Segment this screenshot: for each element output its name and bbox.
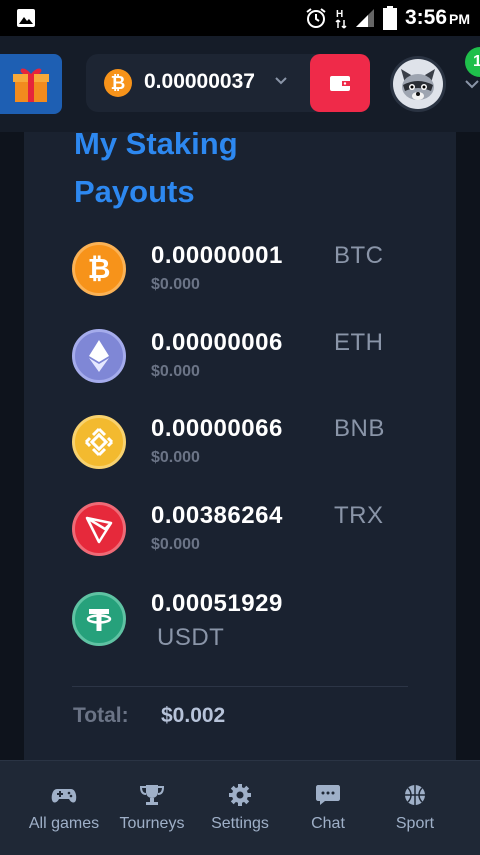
nav-tourneys[interactable]: Tourneys (104, 783, 200, 833)
status-time: 3:56 PM (404, 6, 470, 29)
status-bar: H 3:56 PM (0, 0, 480, 36)
nav-label: Chat (311, 815, 345, 832)
alarm-icon (306, 8, 326, 28)
side-gutter-left (0, 132, 24, 760)
gift-button[interactable] (0, 54, 62, 114)
side-gutter-right (456, 132, 480, 760)
payout-symbol: ETH (334, 329, 384, 356)
payout-symbol: BNB (334, 415, 385, 442)
svg-text:H: H (336, 9, 343, 20)
payout-symbol: USDT (157, 624, 225, 651)
payout-amount: 0.00000001 (151, 242, 283, 269)
wallet-icon (330, 76, 350, 91)
payout-amount: 0.00000066 (151, 415, 283, 442)
payout-row-btc: ₿ 0.00000001 BTC $0.000 (72, 242, 432, 302)
payout-symbol: TRX (334, 502, 384, 529)
image-icon (17, 9, 35, 27)
tether-icon (72, 592, 126, 646)
bottom-nav: All games Tourneys Settings Chat Sport (0, 760, 480, 855)
payout-row-bnb: 0.00000066 BNB $0.000 (72, 415, 432, 475)
battery-icon (382, 6, 397, 30)
payout-amount: 0.00051929 (151, 590, 283, 617)
bitcoin-icon: ₿ (104, 69, 132, 97)
divider (72, 686, 408, 687)
bnb-icon (72, 415, 126, 469)
payout-row-eth: 0.00000006 ETH $0.000 (72, 329, 432, 389)
signal-icon (355, 9, 374, 27)
bitcoin-icon: ₿ (72, 242, 126, 296)
network-h-icon: H (335, 9, 347, 29)
gift-icon (13, 68, 49, 102)
nav-label: Settings (211, 815, 269, 832)
raccoon-avatar-icon (393, 59, 443, 109)
page-title: My Staking Payouts (74, 126, 238, 209)
nav-label: Tourneys (119, 815, 185, 832)
payout-usd: $0.000 (151, 363, 200, 380)
wallet-button[interactable] (310, 54, 370, 112)
gear-icon (229, 784, 251, 806)
chevron-down-icon[interactable] (464, 78, 480, 90)
chevron-down-icon (275, 77, 287, 85)
basketball-icon (405, 785, 425, 805)
payout-usd: $0.000 (151, 536, 200, 553)
payout-amount: 0.00386264 (151, 502, 283, 529)
payout-row-usdt: 0.00051929 USDT (72, 590, 432, 670)
payout-row-trx: 0.00386264 TRX $0.000 (72, 502, 432, 562)
balance-amount: 0.00000037 (144, 70, 255, 93)
nav-label: All games (28, 815, 100, 832)
payout-usd: $0.000 (151, 449, 200, 466)
payout-amount: 0.00000006 (151, 329, 283, 356)
avatar[interactable] (390, 56, 446, 112)
gamepad-icon (51, 789, 77, 803)
nav-label: Sport (395, 815, 435, 832)
tron-icon (72, 502, 126, 556)
total-value: $0.002 (161, 704, 226, 727)
staking-payouts-card: My Staking Payouts ₿ 0.00000001 BTC $0.0… (24, 126, 456, 760)
nav-chat[interactable]: Chat (280, 783, 376, 833)
ethereum-icon (72, 329, 126, 383)
payout-symbol: BTC (334, 242, 384, 269)
nav-sport[interactable]: Sport (367, 783, 463, 833)
chat-icon (316, 785, 340, 805)
trophy-icon (139, 785, 165, 805)
payout-usd: $0.000 (151, 276, 200, 293)
total-label: Total: (73, 704, 129, 727)
nav-all-games[interactable]: All games (16, 783, 112, 833)
nav-settings[interactable]: Settings (192, 783, 288, 833)
notification-badge: 1 (465, 47, 480, 77)
top-header: ₿ 0.00000037 1 (0, 36, 480, 132)
